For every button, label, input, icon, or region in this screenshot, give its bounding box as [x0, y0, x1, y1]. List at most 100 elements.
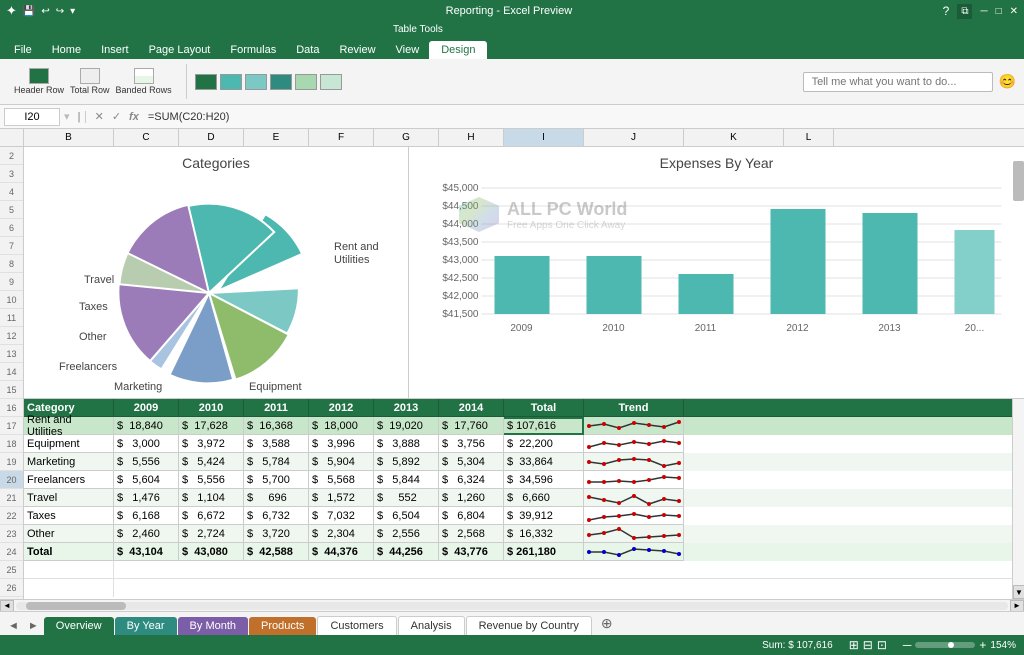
scroll-down-btn[interactable]: ▼ — [1013, 585, 1024, 599]
cell-i24[interactable]: $ 6,660 — [504, 489, 584, 507]
restore-button[interactable]: ⧉ — [957, 4, 972, 19]
banded-rows-btn[interactable]: Banded Rows — [116, 68, 172, 95]
cell-i22[interactable]: $ 33,864 — [504, 453, 584, 471]
cell-h25[interactable]: $ 6,804 — [439, 507, 504, 525]
scroll-up-btn[interactable]: ▲ — [1013, 147, 1024, 161]
quick-more[interactable]: ▾ — [70, 6, 75, 17]
cell-e19[interactable]: 2011 — [244, 399, 309, 417]
page-break-btn[interactable]: ⊡ — [877, 638, 887, 652]
normal-view-btn[interactable]: ⊞ — [849, 638, 859, 652]
cell-f2[interactable] — [409, 147, 474, 165]
cell-e24[interactable]: $ 696 — [244, 489, 309, 507]
cell-b20[interactable]: Rent and Utilities — [24, 417, 114, 435]
cell-h27[interactable]: $ 43,776 — [439, 543, 504, 561]
zoom-in-btn[interactable]: + — [979, 638, 986, 652]
cell-e25[interactable]: $ 6,732 — [244, 507, 309, 525]
cell-f23[interactable]: $ 5,568 — [309, 471, 374, 489]
cell-c23[interactable]: $ 5,604 — [114, 471, 179, 489]
sheet-tab-scroll-right[interactable]: ► — [24, 617, 43, 635]
scroll-thumb-v[interactable] — [1013, 161, 1024, 201]
cell-f27[interactable]: $ 44,376 — [309, 543, 374, 561]
cell-i23[interactable]: $ 34,596 — [504, 471, 584, 489]
tab-page-layout[interactable]: Page Layout — [139, 41, 221, 59]
tab-data[interactable]: Data — [286, 41, 329, 59]
table-style-6[interactable] — [320, 74, 342, 90]
quick-save[interactable]: 💾 — [23, 6, 35, 17]
tab-home[interactable]: Home — [42, 41, 91, 59]
cell-g2[interactable] — [474, 147, 539, 165]
row-22[interactable]: Marketing $ 5,556 $ 5,424 $ 5,784 $ 5,90… — [24, 453, 1012, 471]
cell-b25[interactable]: Taxes — [24, 507, 114, 525]
cell-f25[interactable]: $ 7,032 — [309, 507, 374, 525]
vertical-scrollbar[interactable]: ▲ ▼ — [1012, 147, 1024, 599]
cell-h19[interactable]: 2014 — [439, 399, 504, 417]
cell-b29[interactable] — [24, 579, 114, 597]
cell-c21[interactable]: $ 3,000 — [114, 435, 179, 453]
cell-g19[interactable]: 2013 — [374, 399, 439, 417]
scroll-left-btn[interactable]: ◄ — [0, 600, 14, 612]
cell-d23[interactable]: $ 5,556 — [179, 471, 244, 489]
minimize-button[interactable]: ─ — [980, 6, 987, 17]
tab-review[interactable]: Review — [329, 41, 385, 59]
horizontal-scrollbar[interactable]: ◄ ► — [0, 599, 1024, 611]
search-input[interactable] — [803, 72, 993, 92]
formula-cancel-icon[interactable]: ✕ — [92, 110, 107, 123]
cell-h2[interactable] — [539, 147, 604, 165]
cell-e22[interactable]: $ 5,784 — [244, 453, 309, 471]
cell-c19[interactable]: 2009 — [114, 399, 179, 417]
cell-reference-input[interactable] — [4, 108, 60, 126]
cell-e27[interactable]: $ 42,588 — [244, 543, 309, 561]
cell-h22[interactable]: $ 5,304 — [439, 453, 504, 471]
cell-g25[interactable]: $ 6,504 — [374, 507, 439, 525]
cell-h21[interactable]: $ 3,756 — [439, 435, 504, 453]
cell-b27[interactable]: Total — [24, 543, 114, 561]
cell-i26[interactable]: $ 16,332 — [504, 525, 584, 543]
cell-h23[interactable]: $ 6,324 — [439, 471, 504, 489]
cell-d21[interactable]: $ 3,972 — [179, 435, 244, 453]
page-layout-btn[interactable]: ⊟ — [863, 638, 873, 652]
cell-e23[interactable]: $ 5,700 — [244, 471, 309, 489]
cell-d26[interactable]: $ 2,724 — [179, 525, 244, 543]
cell-d27[interactable]: $ 43,080 — [179, 543, 244, 561]
cell-h26[interactable]: $ 2,568 — [439, 525, 504, 543]
table-style-1[interactable] — [195, 74, 217, 90]
row-25[interactable]: Taxes $ 6,168 $ 6,672 $ 6,732 $ 7,032 $ … — [24, 507, 1012, 525]
close-button[interactable]: ✕ — [1010, 6, 1018, 17]
cell-c22[interactable]: $ 5,556 — [114, 453, 179, 471]
cell-f21[interactable]: $ 3,996 — [309, 435, 374, 453]
header-row-btn[interactable]: Header Row — [14, 68, 64, 95]
cell-e26[interactable]: $ 3,720 — [244, 525, 309, 543]
sheet-tab-customers[interactable]: Customers — [317, 616, 396, 635]
cell-c27[interactable]: $ 43,104 — [114, 543, 179, 561]
quick-undo[interactable]: ↩ — [41, 6, 49, 17]
cell-c20[interactable]: $ 18,840 — [114, 417, 179, 435]
cell-b26[interactable]: Other — [24, 525, 114, 543]
cell-h24[interactable]: $ 1,260 — [439, 489, 504, 507]
cell-g20[interactable]: $ 19,020 — [374, 417, 439, 435]
cell-f20[interactable]: $ 18,000 — [309, 417, 374, 435]
cell-d20[interactable]: $ 17,628 — [179, 417, 244, 435]
cell-f26[interactable]: $ 2,304 — [309, 525, 374, 543]
help-button[interactable]: ? — [943, 4, 950, 18]
table-style-3[interactable] — [245, 74, 267, 90]
tab-file[interactable]: File — [4, 41, 42, 59]
row-21[interactable]: Equipment $ 3,000 $ 3,972 $ 3,588 $ 3,99… — [24, 435, 1012, 453]
cell-c26[interactable]: $ 2,460 — [114, 525, 179, 543]
sheet-tab-overview[interactable]: Overview — [44, 617, 114, 635]
cell-f24[interactable]: $ 1,572 — [309, 489, 374, 507]
cell-b22[interactable]: Marketing — [24, 453, 114, 471]
cell-i2[interactable] — [604, 147, 684, 165]
sheet-tab-by-year[interactable]: By Year — [115, 617, 177, 635]
cell-g22[interactable]: $ 5,892 — [374, 453, 439, 471]
maximize-button[interactable]: □ — [996, 6, 1002, 17]
formula-fx-icon[interactable]: fx — [126, 111, 142, 123]
sheet-tab-by-month[interactable]: By Month — [178, 617, 248, 635]
cell-h20[interactable]: $ 17,760 — [439, 417, 504, 435]
tab-view[interactable]: View — [386, 41, 430, 59]
tab-insert[interactable]: Insert — [91, 41, 139, 59]
quick-redo[interactable]: ↪ — [56, 6, 64, 17]
cell-b28[interactable] — [24, 561, 114, 579]
cell-i21[interactable]: $ 22,200 — [504, 435, 584, 453]
cell-c25[interactable]: $ 6,168 — [114, 507, 179, 525]
table-style-4[interactable] — [270, 74, 292, 90]
